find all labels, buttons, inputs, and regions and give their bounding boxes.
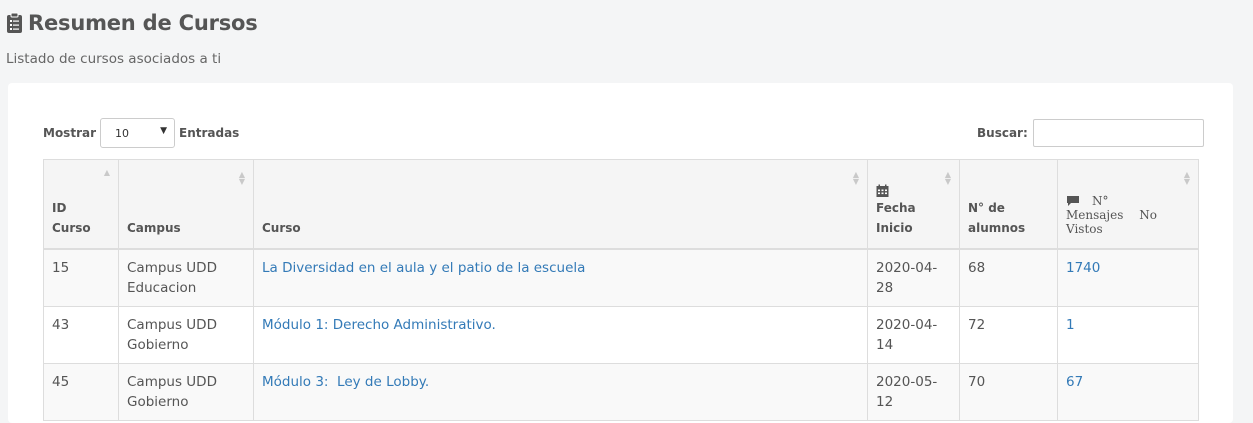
table-header-row: ▲ ID Curso ▲ ▼ Campus ▲ ▼ Curso ▲ ▼ Fech… (43, 159, 1199, 250)
courses-table: ▲ ID Curso ▲ ▼ Campus ▲ ▼ Curso ▲ ▼ Fech… (43, 159, 1199, 421)
sort-icon: ▲ ▼ (1183, 170, 1190, 186)
course-link[interactable]: Módulo 3: Ley de Lobby. (262, 374, 429, 390)
mensajes-header-label: N° Mensajes No Vistos (1066, 194, 1157, 236)
table-row: 43 Campus UDD Gobierno Módulo 1: Derecho … (43, 306, 1199, 364)
messages-link[interactable]: 67 (1066, 374, 1083, 390)
search-label: Buscar: (977, 126, 1028, 140)
chevron-down-icon: ▼ (160, 126, 167, 136)
length-label-before: Mostrar (43, 126, 96, 140)
cell-id: 15 (43, 248, 119, 307)
entries-length-select[interactable]: 10 ▼ (100, 118, 175, 148)
calendar-icon (876, 184, 889, 197)
cell-alumnos: 72 (959, 306, 1058, 364)
cell-mensajes: 1740 (1057, 248, 1199, 307)
course-link[interactable]: Módulo 1: Derecho Administrativo. (262, 317, 496, 333)
cell-campus: Campus UDD Gobierno (118, 306, 254, 364)
table-row: 15 Campus UDD Educacion La Diversidad en … (43, 248, 1199, 307)
cell-id: 43 (43, 306, 119, 364)
cell-fecha: 2020-04- 28 (867, 248, 960, 307)
sort-asc-icon: ▲ (103, 168, 110, 177)
sort-icon: ▲ ▼ (852, 170, 859, 186)
search-input[interactable] (1032, 119, 1204, 147)
column-header-curso[interactable]: ▲ ▼ Curso (253, 159, 868, 250)
column-header-alumnos[interactable]: N° de alumnos (959, 159, 1058, 250)
page-title-text: Resumen de Cursos (28, 11, 258, 35)
page-subtitle: Listado de cursos asociados a ti (6, 51, 222, 67)
sort-icon: ▲ ▼ (238, 170, 245, 186)
page-title: Resumen de Cursos (6, 11, 258, 35)
messages-link[interactable]: 1 (1066, 317, 1075, 333)
sort-icon: ▲ ▼ (944, 170, 951, 186)
cell-curso: Módulo 1: Derecho Administrativo. (253, 306, 868, 364)
comment-icon (1067, 196, 1079, 206)
cell-curso: La Diversidad en el aula y el patio de l… (253, 248, 868, 307)
messages-link[interactable]: 1740 (1066, 260, 1100, 276)
cell-alumnos: 68 (959, 248, 1058, 307)
cell-campus: Campus UDD Educacion (118, 248, 254, 307)
cell-fecha: 2020-04- 14 (867, 306, 960, 364)
entries-length-value: 10 (115, 127, 129, 140)
column-header-mensajes[interactable]: ▲ ▼ N° Mensajes No Vistos (1057, 159, 1199, 250)
column-header-fecha[interactable]: ▲ ▼ Fecha Inicio (867, 159, 960, 250)
column-header-campus[interactable]: ▲ ▼ Campus (118, 159, 254, 250)
column-header-id[interactable]: ▲ ID Curso (43, 159, 119, 250)
clipboard-list-icon (7, 12, 22, 33)
entries-length-control: Mostrar 10 ▼ Entradas (43, 118, 239, 148)
cell-mensajes: 1 (1057, 306, 1199, 364)
length-label-after: Entradas (179, 126, 240, 140)
search-control: Buscar: (977, 118, 1204, 148)
course-link[interactable]: La Diversidad en el aula y el patio de l… (262, 260, 585, 276)
